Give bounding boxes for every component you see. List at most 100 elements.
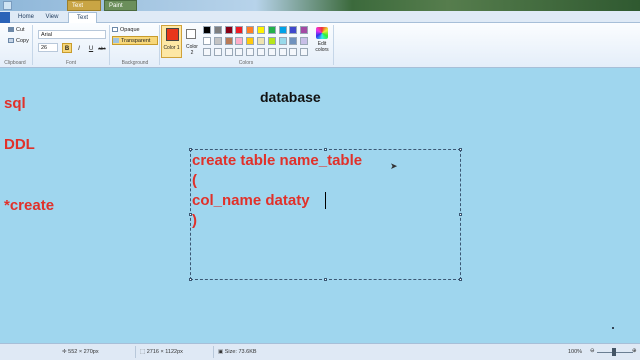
color1-label: Color 1 [163, 45, 180, 51]
zoom-slider-thumb[interactable] [612, 348, 616, 356]
color1-button[interactable]: Color 1 [161, 25, 182, 58]
opaque-icon [112, 27, 118, 33]
color-swatch[interactable] [257, 37, 265, 45]
color-swatch[interactable] [246, 37, 255, 45]
resize-handle[interactable] [189, 213, 192, 216]
canvas-resize-dot[interactable] [612, 327, 614, 329]
tab-file[interactable] [0, 12, 10, 23]
file-size-text: Size: 73.6KB [224, 349, 257, 355]
color-swatch[interactable] [300, 37, 309, 45]
tab-view[interactable]: View [40, 12, 64, 23]
edit-colors-button[interactable]: Edit colors [313, 26, 331, 56]
scissors-icon [8, 27, 14, 33]
cut-label: Cut [16, 27, 25, 33]
color-swatch[interactable] [278, 37, 287, 45]
color-swatch[interactable] [213, 37, 222, 45]
text-box[interactable]: create table name_table ( col_name datat… [189, 148, 462, 281]
copy-label: Copy [16, 38, 29, 44]
canvas-label-create: *create [4, 197, 55, 214]
resize-handle[interactable] [189, 148, 192, 151]
color-swatch[interactable] [224, 37, 233, 45]
tab-home[interactable]: Home [12, 12, 40, 23]
color-swatch[interactable] [224, 26, 233, 34]
resize-handle[interactable] [324, 278, 327, 281]
custom-color-slot[interactable] [289, 48, 298, 56]
rainbow-icon [316, 27, 328, 39]
canvas-label-ddl: DDL [4, 136, 35, 153]
divider [135, 346, 136, 358]
copy-icon [8, 38, 14, 44]
custom-color-slot[interactable] [203, 48, 211, 56]
copy-button[interactable]: Copy [8, 38, 29, 44]
code-line: create table name_table [192, 152, 363, 169]
opaque-button[interactable]: Opaque [112, 26, 158, 35]
strikethrough-button[interactable]: abc [97, 43, 107, 53]
resize-handle[interactable] [459, 213, 462, 216]
drawing-canvas[interactable]: sql DDL *create database create table na… [0, 69, 640, 343]
status-bar: ✛ 552 × 270px ⬚ 2716 × 1122px ▣ Size: 73… [0, 343, 640, 360]
color-swatch[interactable] [235, 37, 244, 45]
cursor-position: ✛ 552 × 270px [62, 347, 99, 357]
custom-color-slot[interactable] [224, 48, 233, 56]
color-swatch[interactable] [300, 26, 309, 34]
background-group-label: Background [121, 60, 149, 66]
divider [109, 25, 110, 65]
color2-label: Color 2 [186, 44, 198, 56]
color-swatch[interactable] [267, 26, 276, 34]
text-caret [325, 192, 326, 209]
zoom-level: 100% [568, 349, 583, 355]
color-swatch[interactable] [246, 26, 255, 34]
app-icon[interactable] [3, 1, 12, 10]
divider [159, 25, 160, 65]
color-swatch[interactable] [257, 26, 265, 34]
text-tools-context-tab: Text Tools [67, 0, 101, 20]
custom-color-slot[interactable] [257, 48, 265, 56]
zoom-in-icon[interactable]: ⊕ [632, 346, 637, 356]
tab-text[interactable]: Text [68, 12, 97, 23]
cursor-position-text: 552 × 270px [68, 349, 99, 355]
ribbon: Cut Copy Clipboard Arial 26 B I U abc Fo… [0, 23, 640, 68]
divider [333, 25, 334, 65]
font-group-label: Font [65, 60, 76, 66]
resize-handle[interactable] [459, 278, 462, 281]
transparent-button[interactable]: Transparent [112, 36, 158, 45]
color-swatch[interactable] [203, 37, 211, 45]
custom-color-slot[interactable] [213, 48, 222, 56]
color-swatch[interactable] [289, 37, 298, 45]
custom-color-slot[interactable] [278, 48, 287, 56]
color-swatch[interactable] [203, 26, 211, 34]
color-palette [203, 26, 311, 56]
resize-handle[interactable] [459, 148, 462, 151]
color-swatch[interactable] [289, 26, 298, 34]
custom-color-slot[interactable] [267, 48, 276, 56]
color-swatch[interactable] [267, 37, 276, 45]
code-line: col_name dataty [192, 192, 310, 209]
disk-icon: ▣ [218, 349, 225, 355]
zoom-out-icon[interactable]: ⊖ [590, 346, 595, 356]
bold-button[interactable]: B [62, 43, 72, 53]
custom-color-slot[interactable] [246, 48, 255, 56]
divider [32, 25, 33, 65]
resize-handle[interactable] [324, 148, 327, 151]
color-swatch[interactable] [213, 26, 222, 34]
cut-button[interactable]: Cut [8, 27, 25, 33]
clipboard-group-label: Clipboard [4, 60, 26, 66]
color-swatch[interactable] [278, 26, 287, 34]
color2-swatch [186, 29, 196, 39]
resize-handle[interactable] [189, 278, 192, 281]
custom-color-slot[interactable] [300, 48, 309, 56]
file-size: ▣ Size: 73.6KB [218, 347, 257, 357]
opaque-label: Opaque [120, 27, 140, 33]
font-family-select[interactable]: Arial [38, 30, 106, 39]
colors-group-label: Colors [238, 60, 254, 66]
canvas-label-sql: sql [4, 95, 26, 112]
custom-color-slot[interactable] [235, 48, 244, 56]
color-swatch[interactable] [235, 26, 244, 34]
underline-button[interactable]: U [86, 43, 96, 53]
code-line: ) [192, 212, 197, 229]
italic-button[interactable]: I [74, 43, 84, 53]
font-size-select[interactable]: 26 [38, 43, 58, 52]
selection-size-text: 2716 × 1122px [146, 349, 183, 355]
color2-button[interactable]: Color 2 [184, 25, 200, 58]
selection-icon: ⬚ [140, 349, 147, 355]
